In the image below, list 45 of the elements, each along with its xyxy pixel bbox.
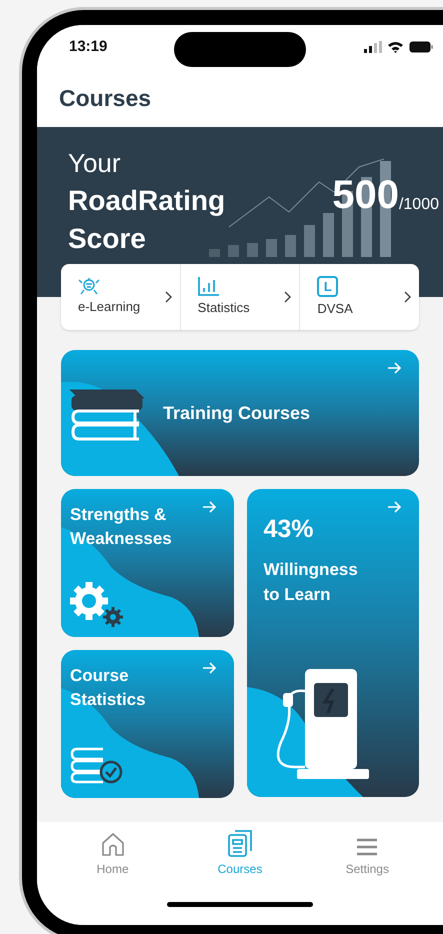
letter-badge-icon: L xyxy=(317,276,338,297)
quick-link[interactable]: Statistics xyxy=(180,264,300,330)
arrow-right-icon xyxy=(202,501,216,513)
quick-link-label: DVSA xyxy=(317,300,353,318)
chart-bar xyxy=(209,249,220,257)
banner-heading: Score xyxy=(68,222,146,256)
robot-icon xyxy=(78,277,100,296)
score-max: /1000 xyxy=(398,195,439,215)
course-card[interactable]: Training Courses xyxy=(61,350,419,476)
arrow-right-icon xyxy=(387,362,402,374)
nav-tab[interactable]: Courses xyxy=(194,828,285,878)
chart-bar xyxy=(285,235,296,257)
chevron-right-icon xyxy=(164,291,172,303)
course-card[interactable]: Strengths & Weaknesses xyxy=(61,489,234,637)
chart-bar xyxy=(228,245,239,257)
chart-bar xyxy=(247,243,258,257)
quick-link[interactable]: e-Learning xyxy=(61,264,180,330)
home-icon xyxy=(100,831,126,857)
quick-link-label: Statistics xyxy=(198,299,250,318)
chart-bar xyxy=(323,213,334,257)
chevron-right-icon xyxy=(404,291,412,303)
books-check-icon xyxy=(69,746,123,784)
chevron-right-icon xyxy=(284,291,292,303)
battery-icon xyxy=(409,41,433,53)
status-time: 13:19 xyxy=(69,36,108,57)
document-icon xyxy=(226,829,253,857)
gear-icon xyxy=(69,581,125,627)
wifi-icon xyxy=(387,41,404,53)
course-card[interactable]: 43% Willingness to Learn xyxy=(246,489,419,797)
banner-heading: RoadRating xyxy=(68,184,226,218)
nav-tab[interactable]: Settings xyxy=(322,828,412,878)
nav-tab[interactable]: Home xyxy=(68,828,158,878)
chart-bar xyxy=(266,239,277,257)
bar-chart-icon xyxy=(198,276,220,296)
arrow-right-icon xyxy=(202,662,216,674)
menu-icon xyxy=(355,837,380,857)
chart-bar xyxy=(304,225,315,257)
quick-link-label: e-Learning xyxy=(78,298,140,316)
quick-link[interactable]: L DVSA xyxy=(299,264,420,330)
signal-icon xyxy=(364,41,382,53)
arrow-right-icon xyxy=(387,501,402,513)
score-value: 500 xyxy=(332,173,399,217)
course-card[interactable]: Course Statistics xyxy=(61,650,234,798)
page-title: Courses xyxy=(59,84,152,113)
banner-text: Your xyxy=(68,147,121,180)
